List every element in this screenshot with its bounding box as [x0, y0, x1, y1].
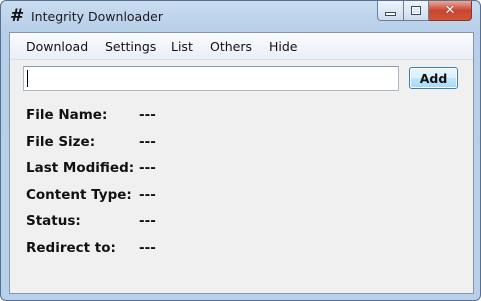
minimize-button[interactable]	[377, 1, 404, 21]
content-type-value: ---	[139, 187, 156, 203]
menu-bar: Download Settings List Others Hide	[10, 33, 473, 60]
caption-buttons: ✕	[377, 1, 472, 22]
redirect-to-label: Redirect to:	[26, 240, 116, 256]
status-value: ---	[139, 213, 156, 229]
redirect-to-value: ---	[139, 240, 156, 256]
content-type-label: Content Type:	[26, 187, 132, 203]
menu-list[interactable]: List	[171, 39, 193, 54]
window-title: Integrity Downloader	[31, 9, 163, 24]
file-name-value: ---	[139, 107, 156, 123]
title-bar[interactable]: # Integrity Downloader ✕	[1, 1, 480, 33]
maximize-icon	[411, 6, 421, 15]
last-modified-label: Last Modified:	[26, 160, 135, 176]
client-area: Download Settings List Others Hide Add F…	[9, 32, 474, 294]
menu-others[interactable]: Others	[210, 39, 252, 54]
menu-download[interactable]: Download	[26, 39, 88, 54]
file-size-value: ---	[139, 134, 156, 150]
menu-hide[interactable]: Hide	[269, 39, 298, 54]
status-label: Status:	[26, 213, 81, 229]
file-name-label: File Name:	[26, 107, 108, 123]
text-caret	[27, 70, 28, 87]
add-button[interactable]: Add	[409, 67, 458, 89]
maximize-button[interactable]	[404, 1, 429, 21]
close-icon: ✕	[444, 3, 456, 18]
minimize-icon	[385, 11, 396, 16]
close-button[interactable]: ✕	[429, 1, 472, 21]
last-modified-value: ---	[139, 160, 156, 176]
url-input[interactable]	[23, 66, 399, 91]
hash-icon: #	[10, 6, 25, 26]
menu-settings[interactable]: Settings	[105, 39, 156, 54]
app-window: # Integrity Downloader ✕ Download Settin…	[0, 0, 481, 301]
file-size-label: File Size:	[26, 134, 96, 150]
